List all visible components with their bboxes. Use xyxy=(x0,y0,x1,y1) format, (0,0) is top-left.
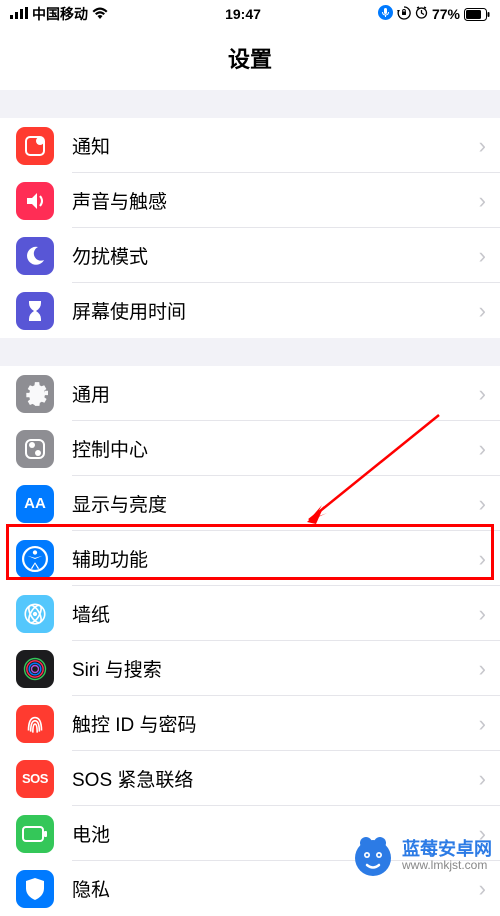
row-dnd[interactable]: 勿扰模式 › xyxy=(0,228,500,283)
row-label: 控制中心 xyxy=(72,435,479,462)
wifi-icon xyxy=(92,6,108,22)
row-wallpaper[interactable]: 墙纸 › xyxy=(0,586,500,641)
alarm-icon xyxy=(415,6,428,22)
row-label: SOS 紧急联络 xyxy=(72,765,479,792)
screentime-icon xyxy=(16,292,54,330)
settings-group-1: 通知 › 声音与触感 › 勿扰模式 › 屏幕使用时间 › xyxy=(0,118,500,338)
notifications-icon xyxy=(16,127,54,165)
carrier-label: 中国移动 xyxy=(32,4,88,24)
watermark-title: 蓝莓安卓网 xyxy=(402,839,492,860)
siri-icon xyxy=(16,650,54,688)
battery-indicator-icon xyxy=(464,8,490,21)
chevron-right-icon: › xyxy=(479,711,500,737)
row-label: Siri 与搜索 xyxy=(72,655,479,682)
row-touchid[interactable]: 触控 ID 与密码 › xyxy=(0,696,500,751)
chevron-right-icon: › xyxy=(479,188,500,214)
row-label: 勿扰模式 xyxy=(72,242,479,269)
control-center-icon xyxy=(16,430,54,468)
row-label: 通知 xyxy=(72,132,479,159)
dnd-icon xyxy=(16,237,54,275)
watermark-icon xyxy=(350,833,396,879)
sounds-icon xyxy=(16,182,54,220)
wallpaper-icon xyxy=(16,595,54,633)
row-label: 辅助功能 xyxy=(72,545,479,572)
watermark: 蓝莓安卓网 www.lmkjst.com xyxy=(350,833,492,879)
row-label: 触控 ID 与密码 xyxy=(72,710,479,737)
general-icon xyxy=(16,375,54,413)
chevron-right-icon: › xyxy=(479,546,500,572)
watermark-url: www.lmkjst.com xyxy=(402,859,492,873)
row-label: 显示与亮度 xyxy=(72,490,479,517)
chevron-right-icon: › xyxy=(479,766,500,792)
row-accessibility[interactable]: 辅助功能 › xyxy=(0,531,500,586)
orientation-lock-icon xyxy=(397,6,411,23)
status-bar: 中国移动 19:47 77% xyxy=(0,0,500,28)
row-display[interactable]: AA 显示与亮度 › xyxy=(0,476,500,531)
chevron-right-icon: › xyxy=(479,601,500,627)
sos-icon: SOS xyxy=(16,760,54,798)
row-label: 声音与触感 xyxy=(72,187,479,214)
row-siri[interactable]: Siri 与搜索 › xyxy=(0,641,500,696)
touchid-icon xyxy=(16,705,54,743)
row-sounds[interactable]: 声音与触感 › xyxy=(0,173,500,228)
row-label: 墙纸 xyxy=(72,600,479,627)
page-title: 设置 xyxy=(0,28,500,90)
battery-pct: 77% xyxy=(432,6,460,22)
row-sos[interactable]: SOS SOS 紧急联络 › xyxy=(0,751,500,806)
chevron-right-icon: › xyxy=(479,243,500,269)
row-screentime[interactable]: 屏幕使用时间 › xyxy=(0,283,500,338)
chevron-right-icon: › xyxy=(479,381,500,407)
chevron-right-icon: › xyxy=(479,436,500,462)
row-control-center[interactable]: 控制中心 › xyxy=(0,421,500,476)
row-label: 通用 xyxy=(72,380,479,407)
chevron-right-icon: › xyxy=(479,491,500,517)
chevron-right-icon: › xyxy=(479,133,500,159)
status-right: 77% xyxy=(378,5,490,23)
chevron-right-icon: › xyxy=(479,298,500,324)
accessibility-icon xyxy=(16,540,54,578)
row-notifications[interactable]: 通知 › xyxy=(0,118,500,173)
status-left: 中国移动 xyxy=(10,4,108,24)
status-time: 19:47 xyxy=(108,6,378,22)
signal-icon xyxy=(10,6,28,22)
display-icon: AA xyxy=(16,485,54,523)
voice-icon xyxy=(378,5,393,23)
row-label: 屏幕使用时间 xyxy=(72,297,479,324)
battery-icon xyxy=(16,815,54,853)
chevron-right-icon: › xyxy=(479,656,500,682)
row-general[interactable]: 通用 › xyxy=(0,366,500,421)
